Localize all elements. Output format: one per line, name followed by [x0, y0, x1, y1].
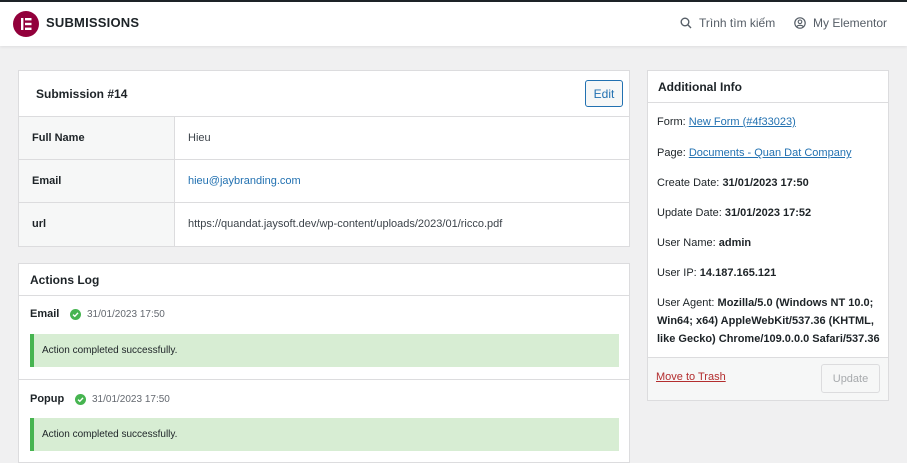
- success-notice: Action completed successfully.: [30, 334, 619, 367]
- info-update-date: Update Date: 31/01/2023 17:52: [657, 204, 882, 222]
- info-value: 14.187.165.121: [699, 267, 777, 279]
- page-link[interactable]: Documents - Quan Dat Company: [689, 147, 852, 159]
- info-user-ip: User IP: 14.187.165.121: [657, 264, 882, 282]
- actions-log-title: Actions Log: [30, 273, 100, 287]
- info-label: User Name:: [657, 237, 716, 249]
- update-button[interactable]: Update: [821, 364, 880, 393]
- info-label: User IP:: [657, 267, 697, 279]
- form-link[interactable]: New Form (#4f33023): [689, 116, 796, 128]
- info-label: Update Date:: [657, 207, 722, 219]
- info-label: Create Date:: [657, 177, 720, 189]
- check-circle-icon: [70, 309, 81, 320]
- page-title: SUBMISSIONS: [46, 15, 140, 30]
- list-item: Email 31/01/2023 17:50 Action completed …: [19, 296, 629, 380]
- actions-log-header: Actions Log: [19, 264, 629, 296]
- info-value: 31/01/2023 17:52: [724, 207, 812, 219]
- elementor-logo-icon[interactable]: [13, 11, 39, 37]
- additional-info-title: Additional Info: [658, 80, 742, 94]
- success-notice: Action completed successfully.: [30, 418, 619, 451]
- additional-info-header: Additional Info: [648, 71, 888, 103]
- field-value: https://quandat.jaysoft.dev/wp-content/u…: [188, 218, 503, 230]
- field-label: url: [19, 203, 175, 246]
- info-label: Page:: [657, 147, 686, 159]
- check-circle-icon: [75, 394, 86, 405]
- field-value: Hieu: [188, 132, 211, 144]
- top-bar: SUBMISSIONS Trình tìm kiếm My Elementor: [0, 0, 907, 46]
- info-form: Form: New Form (#4f33023): [657, 113, 882, 131]
- my-elementor-label: My Elementor: [813, 16, 888, 30]
- move-to-trash-link[interactable]: Move to Trash: [656, 371, 726, 383]
- action-date: 31/01/2023 17:50: [87, 309, 165, 320]
- action-name: Email: [30, 308, 60, 320]
- search-label: Trình tìm kiếm: [699, 16, 776, 30]
- info-value: admin: [718, 237, 752, 249]
- field-row-url: url https://quandat.jaysoft.dev/wp-conte…: [19, 203, 629, 246]
- my-elementor-button[interactable]: My Elementor: [794, 16, 887, 30]
- action-name: Popup: [30, 393, 65, 405]
- submission-header: Submission #14 Edit: [19, 71, 629, 117]
- field-label: Full Name: [19, 117, 175, 159]
- email-link[interactable]: hieu@jaybranding.com: [188, 175, 301, 187]
- field-label: Email: [19, 160, 175, 202]
- info-create-date: Create Date: 31/01/2023 17:50: [657, 174, 882, 192]
- action-date: 31/01/2023 17:50: [92, 394, 170, 405]
- search-button[interactable]: Trình tìm kiếm: [680, 16, 775, 30]
- field-row-full-name: Full Name Hieu: [19, 117, 629, 160]
- search-icon: [680, 17, 692, 29]
- additional-info-card: Additional Info Form: New Form (#4f33023…: [647, 70, 889, 401]
- info-label: Form:: [657, 116, 686, 128]
- user-circle-icon: [794, 17, 806, 29]
- actions-log-card: Actions Log Email 31/01/2023 17:50 Actio…: [18, 263, 630, 463]
- edit-button[interactable]: Edit: [585, 80, 623, 107]
- info-user-name: User Name: admin: [657, 234, 882, 252]
- list-item: Popup 31/01/2023 17:50 Action completed …: [19, 379, 629, 463]
- info-page: Page: Documents - Quan Dat Company: [657, 144, 882, 162]
- submission-card: Submission #14 Edit Full Name Hieu Email…: [18, 70, 630, 247]
- field-row-email: Email hieu@jaybranding.com: [19, 160, 629, 203]
- info-label: User Agent:: [657, 297, 715, 309]
- info-footer: Move to Trash Update: [648, 357, 888, 400]
- submission-title: Submission #14: [36, 87, 128, 101]
- info-user-agent: User Agent: Mozilla/5.0 (Windows NT 10.0…: [657, 294, 882, 348]
- info-value: 31/01/2023 17:50: [722, 177, 809, 189]
